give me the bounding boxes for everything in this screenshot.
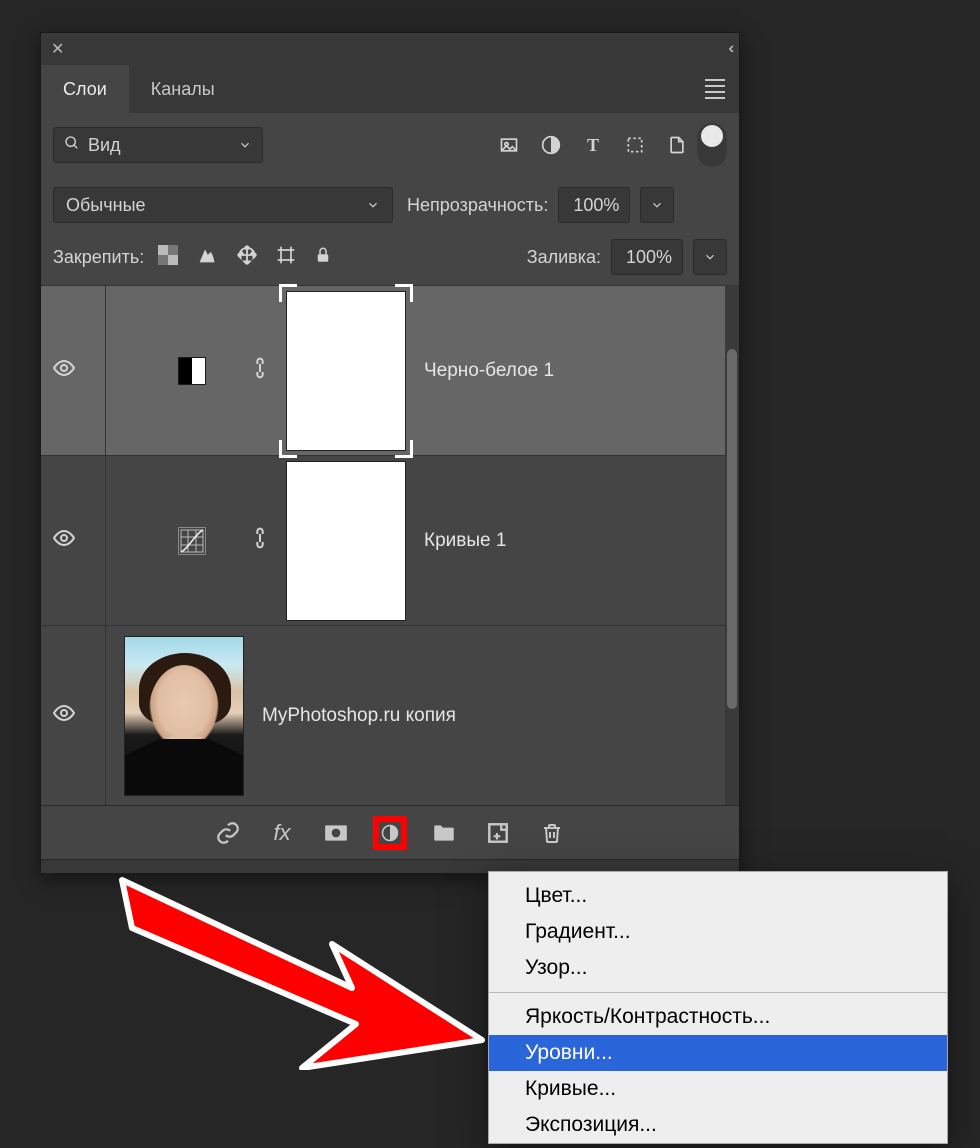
layer-name[interactable]: Кривые 1 — [424, 530, 506, 552]
menu-item[interactable]: Узор... — [489, 950, 947, 986]
lock-position-icon[interactable] — [236, 244, 258, 271]
menu-item[interactable]: Градиент... — [489, 914, 947, 950]
close-icon[interactable]: ✕ — [51, 39, 64, 59]
search-icon — [64, 135, 80, 156]
filter-row: Вид T — [41, 113, 739, 177]
layer-row[interactable]: Кривые 1 — [41, 455, 739, 625]
lock-artboard-icon[interactable] — [276, 245, 296, 270]
layers-toolbar: fx — [41, 805, 739, 859]
layer-mask[interactable] — [286, 461, 406, 621]
menu-item-highlighted[interactable]: Уровни... — [489, 1035, 947, 1071]
new-layer-icon[interactable] — [485, 820, 511, 846]
filter-type-icons: T — [499, 135, 687, 155]
layer-name[interactable]: Черно-белое 1 — [424, 360, 554, 382]
link-layers-icon[interactable] — [215, 820, 241, 846]
tab-channels[interactable]: Каналы — [129, 65, 237, 113]
blend-row: Обычные Непрозрачность: 100% — [41, 177, 739, 233]
chevron-down-icon — [238, 138, 252, 152]
new-adjustment-layer-icon[interactable] — [377, 820, 403, 846]
annotation-arrow — [112, 870, 492, 1070]
layer-row[interactable]: Черно-белое 1 — [41, 285, 739, 455]
lock-image-icon[interactable] — [196, 244, 218, 271]
fill-label: Заливка: — [527, 247, 601, 268]
layers-panel: ✕ ‹‹ Слои Каналы Вид T — [40, 32, 740, 874]
lock-all-icon[interactable] — [314, 246, 332, 269]
layer-kind-filter[interactable]: Вид — [53, 127, 263, 163]
delete-layer-icon[interactable] — [539, 820, 565, 846]
adjustment-thumb-icon — [178, 527, 206, 555]
menu-separator — [489, 992, 947, 993]
filter-toggle[interactable] — [697, 123, 727, 167]
opacity-label: Непрозрачность: — [407, 195, 548, 216]
visibility-icon[interactable] — [52, 526, 76, 556]
menu-item[interactable]: Кривые... — [489, 1071, 947, 1107]
visibility-icon[interactable] — [52, 356, 76, 386]
filter-pixel-icon[interactable] — [499, 135, 519, 155]
panel-header: ✕ ‹‹ — [41, 33, 739, 65]
lock-row: Закрепить: Заливка: 100% — [41, 233, 739, 285]
filter-shape-icon[interactable] — [625, 135, 645, 155]
filter-adjustment-icon[interactable] — [541, 135, 561, 155]
opacity-value[interactable]: 100% — [558, 187, 630, 223]
filter-smartobject-icon[interactable] — [667, 135, 687, 155]
adjustment-context-menu: Цвет... Градиент... Узор... Яркость/Конт… — [488, 871, 948, 1144]
blend-mode-label: Обычные — [66, 195, 146, 216]
lock-transparency-icon[interactable] — [158, 245, 178, 270]
filter-label: Вид — [88, 135, 121, 156]
menu-item[interactable]: Яркость/Контрастность... — [489, 999, 947, 1035]
menu-item[interactable]: Экспозиция... — [489, 1107, 947, 1143]
new-group-icon[interactable] — [431, 820, 457, 846]
layer-name[interactable]: MyPhotoshop.ru копия — [262, 705, 456, 727]
layer-thumbnail[interactable] — [124, 636, 244, 796]
mask-link-icon[interactable] — [252, 526, 268, 556]
panel-menu-icon[interactable] — [705, 79, 725, 99]
fill-chevron[interactable] — [693, 239, 727, 275]
opacity-chevron[interactable] — [640, 187, 674, 223]
lock-label: Закрепить: — [53, 247, 144, 268]
filter-type-icon[interactable]: T — [583, 135, 603, 155]
scrollbar[interactable] — [725, 285, 739, 805]
menu-item[interactable]: Цвет... — [489, 878, 947, 914]
chevron-down-icon — [366, 198, 380, 212]
scrollbar-thumb[interactable] — [727, 349, 737, 709]
visibility-icon[interactable] — [52, 701, 76, 731]
layer-fx-icon[interactable]: fx — [269, 820, 295, 846]
tab-layers[interactable]: Слои — [41, 65, 129, 113]
layers-list: Черно-белое 1 Кривые 1 — [41, 285, 739, 805]
blend-mode-select[interactable]: Обычные — [53, 187, 393, 223]
fill-value[interactable]: 100% — [611, 239, 683, 275]
panel-tabs: Слои Каналы — [41, 65, 739, 113]
adjustment-thumb-icon — [178, 357, 206, 385]
mask-link-icon[interactable] — [252, 356, 268, 386]
add-mask-icon[interactable] — [323, 820, 349, 846]
layer-mask[interactable] — [286, 291, 406, 451]
layer-row[interactable]: MyPhotoshop.ru копия — [41, 625, 739, 805]
